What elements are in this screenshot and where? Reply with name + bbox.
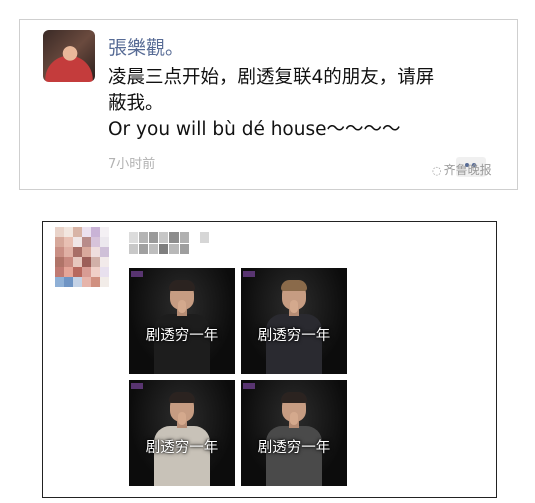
moments-post-card-image: 剧透穷一年 剧透穷一年 剧透穷一年 剧透穷一年 [42,221,497,498]
shush-hand [290,412,298,425]
mosaic-cell [91,257,100,267]
photo-caption: 剧透穷一年 [257,440,331,456]
mosaic-cell [169,243,179,254]
mosaic-cell [82,227,91,237]
mosaic-cell [73,237,82,247]
photo-thumbnail[interactable]: 剧透穷一年 [129,380,235,486]
mosaic-cell [100,247,109,257]
mosaic-cell [100,237,109,247]
mosaic-cell [189,232,199,243]
mosaic-cell [91,237,100,247]
mosaic-cell [100,257,109,267]
mosaic-cell [73,247,82,257]
brand-logo [131,271,143,277]
mosaic-cell [129,232,139,243]
moments-post-card: 張樂觀。 凌晨三点开始，剧透复联4的朋友，请屏 蔽我。 Or you will … [19,19,518,190]
mosaic-cell [159,243,169,254]
avatar-blurred[interactable] [55,227,109,287]
mosaic-cell [149,232,159,243]
mosaic-cell [73,267,82,277]
mosaic-cell [149,243,159,254]
shush-hand [178,412,186,425]
mosaic-cell [100,227,109,237]
shush-hand [178,300,186,313]
mosaic-cell [64,227,73,237]
photo-thumbnail[interactable]: 剧透穷一年 [129,268,235,374]
mosaic-cell [159,232,169,243]
mosaic-cell [55,277,64,287]
author-name-blurred[interactable] [129,232,219,254]
mosaic-cell [100,267,109,277]
mosaic-cell [82,277,91,287]
photo-thumbnail[interactable]: 剧透穷一年 [241,380,347,486]
post-text: 凌晨三点开始，剧透复联4的朋友，请屏 蔽我。 Or you will bù dé… [108,65,503,143]
mosaic-cell [73,227,82,237]
mosaic-cell [55,227,64,237]
photo-thumbnail[interactable]: 剧透穷一年 [241,268,347,374]
mosaic-cell [55,267,64,277]
mosaic-cell [91,267,100,277]
mosaic-cell [91,247,100,257]
mosaic-cell [82,237,91,247]
post-timestamp: 7小时前 [108,157,156,172]
watermark: ◌ 齐鲁晚报 [432,161,492,178]
author-name-link[interactable]: 張樂觀。 [108,33,184,60]
mosaic-cell [82,257,91,267]
post-text-line: Or you will bù dé house～～～～ [108,119,401,140]
mosaic-cell [73,277,82,287]
mosaic-cell [209,243,219,254]
brand-logo [243,383,255,389]
mosaic-cell [55,237,64,247]
mosaic-cell [129,243,139,254]
photo-caption: 剧透穷一年 [145,440,219,456]
brand-logo [243,271,255,277]
mosaic-cell [199,232,209,243]
mosaic-cell [64,237,73,247]
mosaic-cell [55,257,64,267]
mosaic-cell [64,277,73,287]
mosaic-cell [189,243,199,254]
mosaic-cell [55,247,64,257]
shush-hand [290,300,298,313]
mosaic-cell [91,227,100,237]
mosaic-cell [179,243,189,254]
photo-caption: 剧透穷一年 [145,328,219,344]
mosaic-cell [64,247,73,257]
avatar[interactable] [43,30,95,82]
photo-caption: 剧透穷一年 [257,328,331,344]
mosaic-cell [139,243,149,254]
source-logo-icon: ◌ [432,164,442,177]
mosaic-cell [64,267,73,277]
mosaic-cell [199,243,209,254]
mosaic-cell [179,232,189,243]
mosaic-cell [82,267,91,277]
post-text-line: 凌晨三点开始，剧透复联4的朋友，请屏 [108,67,435,88]
mosaic-cell [100,277,109,287]
mosaic-cell [64,257,73,267]
mosaic-cell [139,232,149,243]
mosaic-cell [82,247,91,257]
mosaic-cell [73,257,82,267]
mosaic-cell [169,232,179,243]
post-text-line: 蔽我。 [108,93,164,114]
mosaic-cell [209,232,219,243]
mosaic-cell [91,277,100,287]
brand-logo [131,383,143,389]
photo-grid: 剧透穷一年 剧透穷一年 剧透穷一年 剧透穷一年 [129,268,347,486]
watermark-text: 齐鲁晚报 [443,163,492,177]
